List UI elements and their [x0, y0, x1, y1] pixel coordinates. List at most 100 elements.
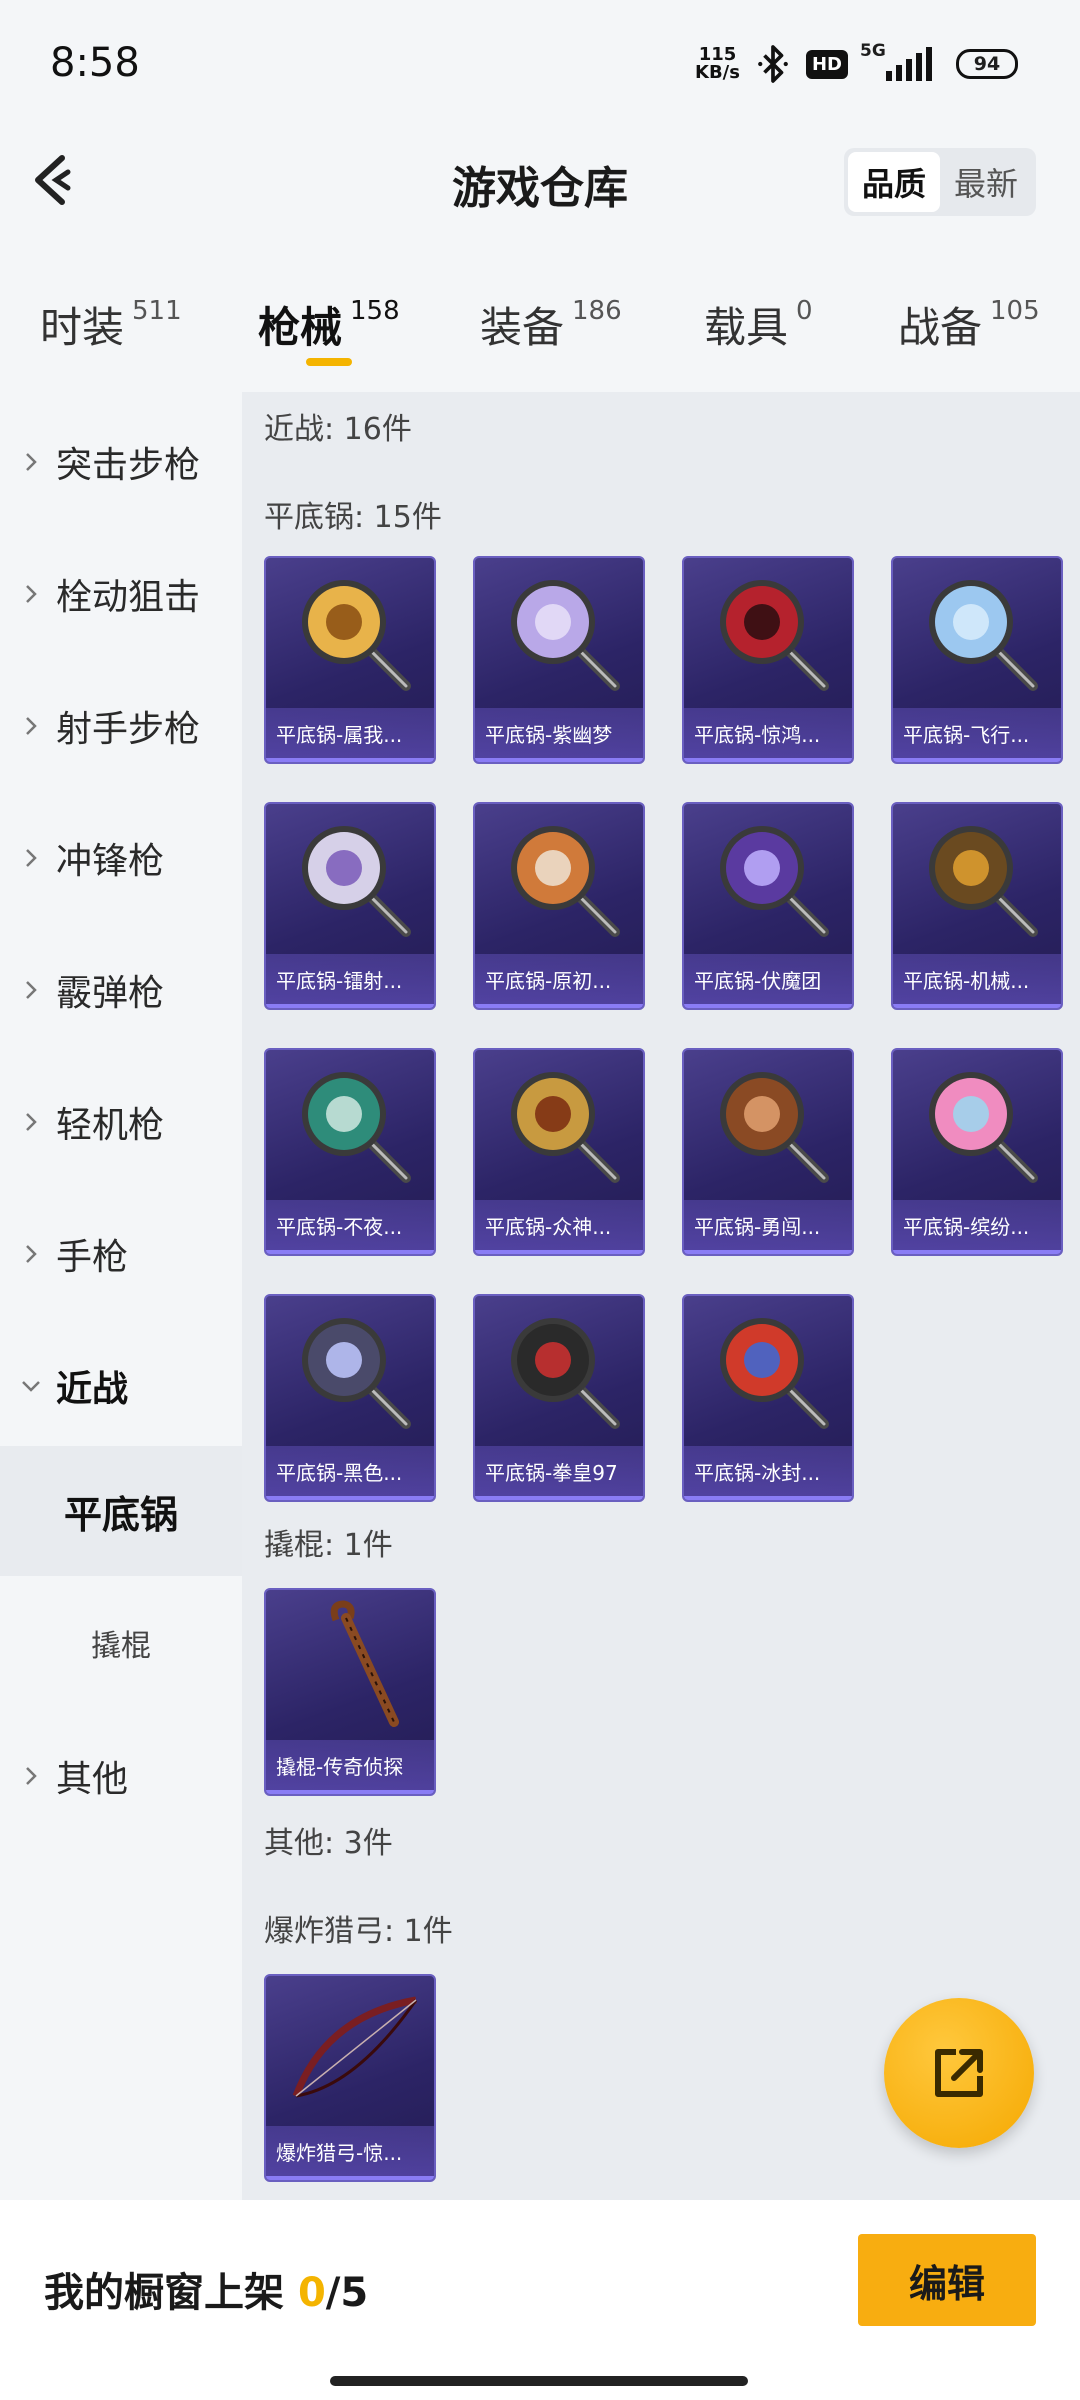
section-title-melee: 近战: 16件: [264, 412, 412, 447]
status-time: 8:58: [50, 40, 140, 86]
chevron-right-icon: [26, 1113, 37, 1131]
chevron-right-icon: [26, 1245, 37, 1263]
sidebar-item-bolt-sniper[interactable]: 栓动狙击: [0, 544, 242, 644]
sidebar-item-label: 其他: [56, 1759, 129, 1800]
sidebar-item-label: 手枪: [56, 1237, 129, 1278]
showcase-status: 我的橱窗上架 0/5: [44, 2260, 368, 2318]
rarity-bar: [475, 1496, 643, 1500]
item-card[interactable]: 平底锅-冰封...: [682, 1294, 854, 1502]
share-icon: [935, 2049, 983, 2097]
frying-pan-icon: [302, 826, 411, 937]
frying-pan-icon: [929, 580, 1038, 691]
sidebar-item-shotgun[interactable]: 霰弹枪: [0, 940, 242, 1040]
home-indicator[interactable]: [330, 2376, 748, 2386]
rarity-bar: [684, 1496, 852, 1500]
item-card[interactable]: 平底锅-惊鸿...: [682, 556, 854, 764]
item-card[interactable]: 撬棍-传奇侦探: [264, 1588, 436, 1796]
rarity-bar: [266, 2176, 434, 2180]
bow-icon: [292, 1996, 418, 2098]
item-card[interactable]: 平底锅-伏魔团: [682, 802, 854, 1010]
tab-guns[interactable]: 枪械 158: [258, 294, 400, 355]
rarity-bar: [266, 1790, 434, 1794]
sidebar-item-label: 射手步枪: [56, 709, 201, 750]
tab-vehicles[interactable]: 载具 0: [704, 294, 813, 355]
sidebar-item-melee[interactable]: 近战: [0, 1336, 242, 1436]
rarity-bar: [684, 1004, 852, 1008]
sidebar-item-label: 冲锋枪: [56, 841, 165, 882]
edit-button[interactable]: 编辑: [858, 2234, 1036, 2326]
item-card[interactable]: 平底锅-拳皇97: [473, 1294, 645, 1502]
hd-badge: HD: [805, 49, 848, 79]
frying-pan-icon: [720, 826, 829, 937]
item-card[interactable]: 平底锅-不夜...: [264, 1048, 436, 1256]
frying-pan-icon: [929, 826, 1038, 937]
battery-icon: 94: [956, 49, 1018, 79]
sidebar-subitem-pan[interactable]: 平底锅: [0, 1446, 242, 1576]
item-card[interactable]: 平底锅-众神...: [473, 1048, 645, 1256]
frying-pan-icon: [511, 1072, 620, 1183]
item-card[interactable]: 平底锅-缤纷...: [891, 1048, 1063, 1256]
sidebar-item-label: 栓动狙击: [56, 577, 201, 618]
frying-pan-icon: [720, 1318, 829, 1429]
showcase-current: 0: [297, 2270, 326, 2316]
sort-latest-button[interactable]: 最新: [940, 152, 1032, 212]
item-card[interactable]: 平底锅-飞行...: [891, 556, 1063, 764]
rarity-bar: [266, 758, 434, 762]
category-tabs: 时装 511 枪械 158 装备 186 载具 0 战备 105: [0, 270, 1080, 380]
sidebar-item-pistol[interactable]: 手枪: [0, 1204, 242, 1304]
sidebar-subitem-label: 平底锅: [63, 1492, 178, 1537]
sidebar-item-label: 轻机枪: [56, 1105, 165, 1146]
item-card[interactable]: 平底锅-勇闯...: [682, 1048, 854, 1256]
net-speed-unit: KB/s: [695, 62, 740, 83]
rarity-bar: [893, 1004, 1061, 1008]
sort-quality-button[interactable]: 品质: [848, 152, 940, 212]
item-card[interactable]: 平底锅-黑色...: [264, 1294, 436, 1502]
sidebar-item-label: 霰弹枪: [56, 973, 165, 1014]
tab-count: 158: [350, 296, 400, 326]
item-card[interactable]: 平底锅-机械...: [891, 802, 1063, 1010]
item-name: 平底锅-黑色...: [266, 1446, 434, 1500]
tab-count: 511: [132, 296, 182, 326]
sidebar-item-assault-rifle[interactable]: 突击步枪: [0, 412, 242, 512]
network-type: 5G: [860, 41, 886, 61]
frying-pan-icon: [511, 826, 620, 937]
sidebar-item-other[interactable]: 其他: [0, 1726, 242, 1826]
frying-pan-icon: [720, 580, 829, 691]
showcase-label: 我的橱窗上架: [44, 2270, 284, 2316]
item-grid-area: 近战: 16件 平底锅: 15件 平底锅-属我... 平底锅-紫幽梦 平底锅-惊鸿.…: [242, 392, 1080, 2200]
item-card[interactable]: 平底锅-镭射...: [264, 802, 436, 1010]
tab-battle-gear[interactable]: 战备 105: [898, 294, 1040, 355]
rarity-bar: [266, 1250, 434, 1254]
sidebar-item-label: 突击步枪: [56, 445, 201, 486]
showcase-total: /5: [325, 2270, 369, 2316]
frying-pan-icon: [302, 1318, 411, 1429]
active-tab-indicator: [306, 358, 352, 366]
rarity-bar: [266, 1004, 434, 1008]
sidebar-item-marksman-rifle[interactable]: 射手步枪: [0, 676, 242, 776]
item-name: 平底锅-缤纷...: [893, 1200, 1061, 1254]
item-name: 平底锅-惊鸿...: [684, 708, 852, 762]
frying-pan-icon: [511, 580, 620, 691]
rarity-bar: [475, 1004, 643, 1008]
sidebar-item-smg[interactable]: 冲锋枪: [0, 808, 242, 908]
tab-count: 105: [990, 296, 1040, 326]
rarity-bar: [266, 1496, 434, 1500]
item-card[interactable]: 平底锅-属我...: [264, 556, 436, 764]
sidebar-item-lmg[interactable]: 轻机枪: [0, 1072, 242, 1172]
tab-label: 载具: [704, 303, 789, 352]
frying-pan-icon: [302, 580, 411, 691]
tab-label: 装备: [480, 303, 565, 352]
item-card[interactable]: 平底锅-紫幽梦: [473, 556, 645, 764]
tab-label: 战备: [898, 303, 983, 352]
item-name: 平底锅-紫幽梦: [475, 708, 643, 762]
chevron-down-icon: [22, 1381, 40, 1392]
item-card[interactable]: 爆炸猎弓-惊...: [264, 1974, 436, 2182]
net-speed: 115 KB/s: [695, 46, 740, 82]
item-card[interactable]: 平底锅-原初...: [473, 802, 645, 1010]
item-name: 撬棍-传奇侦探: [266, 1740, 434, 1794]
share-fab[interactable]: [884, 1998, 1034, 2148]
tab-equipment[interactable]: 装备 186: [480, 294, 622, 355]
sidebar-subitem-crowbar[interactable]: 撬棍: [0, 1578, 242, 1708]
item-name: 平底锅-冰封...: [684, 1446, 852, 1500]
tab-fashion[interactable]: 时装 511: [40, 294, 182, 355]
